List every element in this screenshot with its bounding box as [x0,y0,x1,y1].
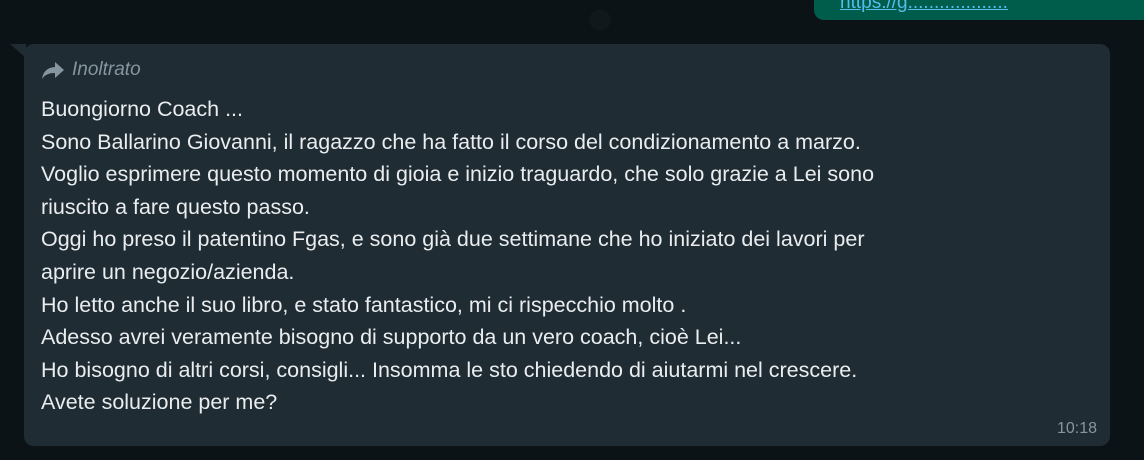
message-line: Oggi ho preso il patentino Fgas, e sono … [41,227,865,252]
message-line: Buongiorno Coach ... [41,97,243,121]
message-line: aprire un negozio/azienda. [41,259,295,284]
message-line: Sono Ballarino Giovanni, il ragazzo che … [41,129,861,154]
message-line: riuscito a fare questo passo. [41,194,310,219]
forwarded-indicator: Inoltrato [41,56,1094,84]
previous-message-link[interactable]: https://g................... [840,0,1140,14]
incoming-message-bubble[interactable]: Inoltrato Buongiorno Coach ... Sono Ball… [24,44,1110,446]
message-line: Voglio esprimere questo momento di gioia… [41,162,875,187]
message-line: Ho letto anche il suo libro, e stato fan… [41,292,687,317]
message-line: Ho bisogno di altri corsi, consigli... I… [41,357,858,382]
message-text: Buongiorno Coach ... Sono Ballarino Giov… [41,93,1094,419]
message-line: Adesso avrei veramente bisogno di suppor… [41,325,742,350]
message-timestamp: 10:18 [1056,420,1097,437]
forwarded-label: Inoltrato [72,59,141,80]
forward-arrow-icon [42,62,64,79]
message-line: Avete soluzione per me? [41,390,278,415]
